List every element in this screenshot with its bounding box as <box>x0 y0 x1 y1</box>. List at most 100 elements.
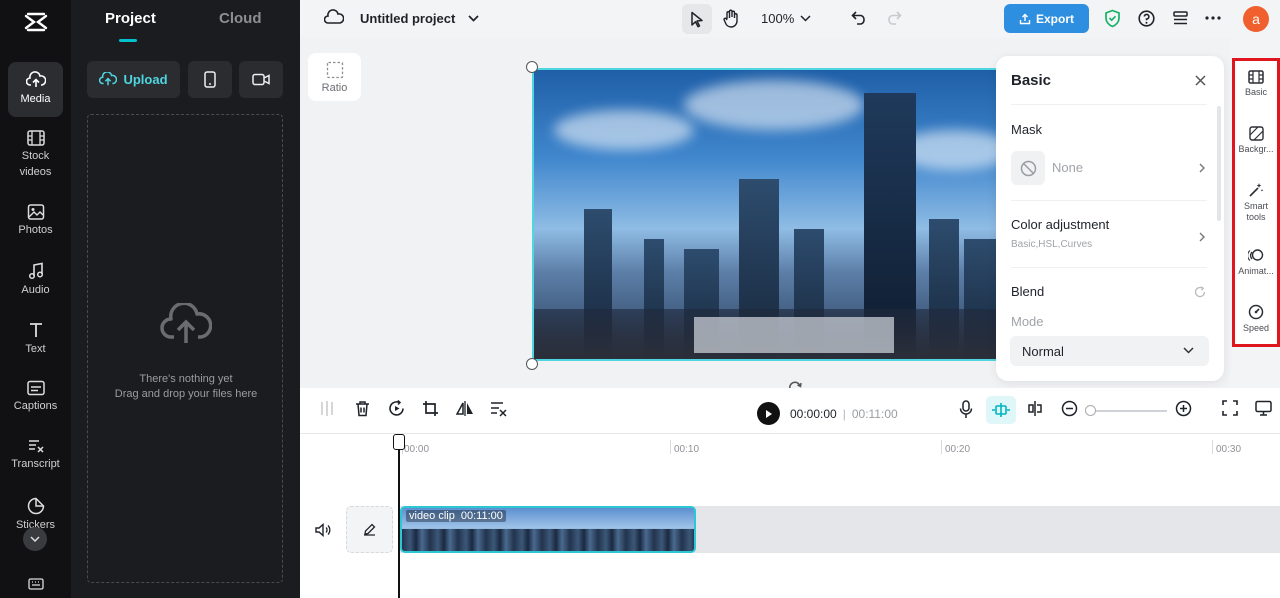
chevron-down-icon[interactable] <box>468 15 479 22</box>
ratio-button[interactable]: Ratio <box>308 53 361 101</box>
tool-label: Backgr... <box>1238 144 1274 154</box>
playhead-handle[interactable] <box>393 434 405 450</box>
microphone-icon[interactable] <box>959 400 973 419</box>
speed-curve-icon[interactable] <box>490 400 508 417</box>
magnet-snap-button[interactable] <box>986 396 1016 424</box>
zoom-in-icon[interactable] <box>1175 400 1192 417</box>
video-clip[interactable]: video clip 00:11:00 <box>400 506 696 553</box>
transcript-icon <box>28 440 44 453</box>
nav-item-media[interactable]: Media <box>8 62 63 117</box>
keyboard-icon[interactable] <box>28 578 44 590</box>
ratio-label: Ratio <box>321 81 348 94</box>
blend-mode-select[interactable]: Normal <box>1010 336 1209 366</box>
divider <box>1011 267 1207 268</box>
top-bar: Untitled project 100% Export a <box>300 0 1280 38</box>
reset-icon[interactable] <box>1194 286 1206 298</box>
upload-from-phone-button[interactable] <box>188 61 232 98</box>
tool-smart-tools[interactable]: Smart tools <box>1235 182 1277 223</box>
nav-label: Audio <box>21 284 50 296</box>
pointer-icon <box>691 11 703 27</box>
redo-icon[interactable] <box>886 10 902 25</box>
tool-animation[interactable]: Animat... <box>1235 248 1277 277</box>
tool-speed[interactable]: Speed <box>1235 304 1277 334</box>
tool-label: Speed <box>1242 323 1270 333</box>
layers-icon[interactable] <box>1172 10 1189 27</box>
split-audio-icon[interactable] <box>1026 400 1044 417</box>
nav-label: Media <box>20 93 51 105</box>
chevron-down-icon <box>1183 347 1194 354</box>
tool-label: Animat... <box>1238 266 1274 276</box>
image-icon <box>27 204 44 220</box>
shield-check-icon[interactable] <box>1104 9 1121 28</box>
edit-cover-button[interactable] <box>346 506 393 553</box>
empty-title: There's nothing yet <box>139 373 233 385</box>
nav-item-text[interactable]: Text <box>8 321 63 357</box>
time-separator: | <box>842 406 846 421</box>
tool-basic[interactable]: Basic <box>1235 70 1277 98</box>
nav-item-captions[interactable]: Captions <box>8 380 63 414</box>
timeline-toolbar: 00:00:00 | 00:11:00 <box>300 388 1280 433</box>
zoom-slider-knob[interactable] <box>1085 405 1096 416</box>
divider <box>1011 104 1207 105</box>
cloud-upload-icon <box>25 71 46 87</box>
chevron-down-icon[interactable] <box>800 15 811 22</box>
undo-icon[interactable] <box>851 10 867 25</box>
timeline-zoom-slider[interactable] <box>1085 410 1167 412</box>
close-icon[interactable] <box>1195 75 1206 86</box>
more-icon[interactable] <box>1205 16 1221 20</box>
fullscreen-icon[interactable] <box>1222 400 1238 416</box>
film-strip-icon <box>1248 70 1264 84</box>
tab-cloud[interactable]: Cloud <box>219 10 262 27</box>
video-preview[interactable] <box>532 68 1012 361</box>
divider <box>1011 200 1207 201</box>
nav-more-button[interactable] <box>23 527 47 551</box>
avatar[interactable]: a <box>1243 6 1269 32</box>
chevron-right-icon[interactable] <box>1199 232 1205 242</box>
upload-button[interactable]: Upload <box>87 61 180 98</box>
crop-icon[interactable] <box>422 400 439 417</box>
play-icon <box>765 409 772 418</box>
select-tool-button[interactable] <box>682 4 712 34</box>
nav-label: Photos <box>18 224 53 236</box>
resize-handle-top-left[interactable] <box>526 61 538 73</box>
cloud-sync-icon[interactable] <box>324 9 344 25</box>
nav-label: Captions <box>13 400 58 412</box>
capcut-logo[interactable] <box>22 8 50 36</box>
monitor-icon[interactable] <box>1255 400 1272 417</box>
sticker-icon <box>27 497 44 515</box>
clip-duration: 00:11:00 <box>460 510 503 522</box>
tab-project[interactable]: Project <box>105 10 156 27</box>
color-adjustment-label[interactable]: Color adjustment <box>1011 217 1109 232</box>
nav-item-audio[interactable]: Audio <box>8 262 63 298</box>
cloud-shape <box>554 110 694 150</box>
delete-icon[interactable] <box>355 400 370 417</box>
chevron-right-icon[interactable] <box>1199 163 1205 173</box>
resize-handle-bottom-left[interactable] <box>526 358 538 370</box>
project-name[interactable]: Untitled project <box>360 11 455 26</box>
playhead[interactable] <box>398 434 400 598</box>
record-button[interactable] <box>239 61 283 98</box>
tick-line <box>941 440 942 454</box>
nav-item-stock-videos[interactable]: Stock videos <box>8 130 63 180</box>
mask-none-button[interactable] <box>1011 151 1045 185</box>
timeline: 00:00 00:10 00:20 00:30 video clip 00:11… <box>300 433 1280 598</box>
flip-icon[interactable] <box>456 400 474 417</box>
help-icon[interactable] <box>1138 10 1155 27</box>
mode-value: Normal <box>1022 343 1064 359</box>
export-button[interactable]: Export <box>1004 4 1089 33</box>
nav-item-photos[interactable]: Photos <box>8 204 63 238</box>
tool-background[interactable]: Backgr... <box>1235 126 1277 155</box>
volume-icon[interactable] <box>315 523 331 537</box>
replay-icon[interactable] <box>388 400 405 417</box>
mask-label: Mask <box>1011 122 1043 137</box>
nav-item-transcript[interactable]: Transcript <box>8 438 63 472</box>
chevron-down-icon <box>30 536 40 542</box>
zoom-out-icon[interactable] <box>1061 400 1078 417</box>
drop-zone[interactable]: There's nothing yet Drag and drop your f… <box>87 114 283 583</box>
zoom-level[interactable]: 100% <box>761 11 794 26</box>
hand-icon[interactable] <box>723 9 740 28</box>
play-button[interactable] <box>757 402 780 425</box>
scrollbar[interactable] <box>1217 106 1221 221</box>
split-icon[interactable] <box>320 400 334 417</box>
clip-label: video clip 00:11:00 <box>406 510 506 522</box>
